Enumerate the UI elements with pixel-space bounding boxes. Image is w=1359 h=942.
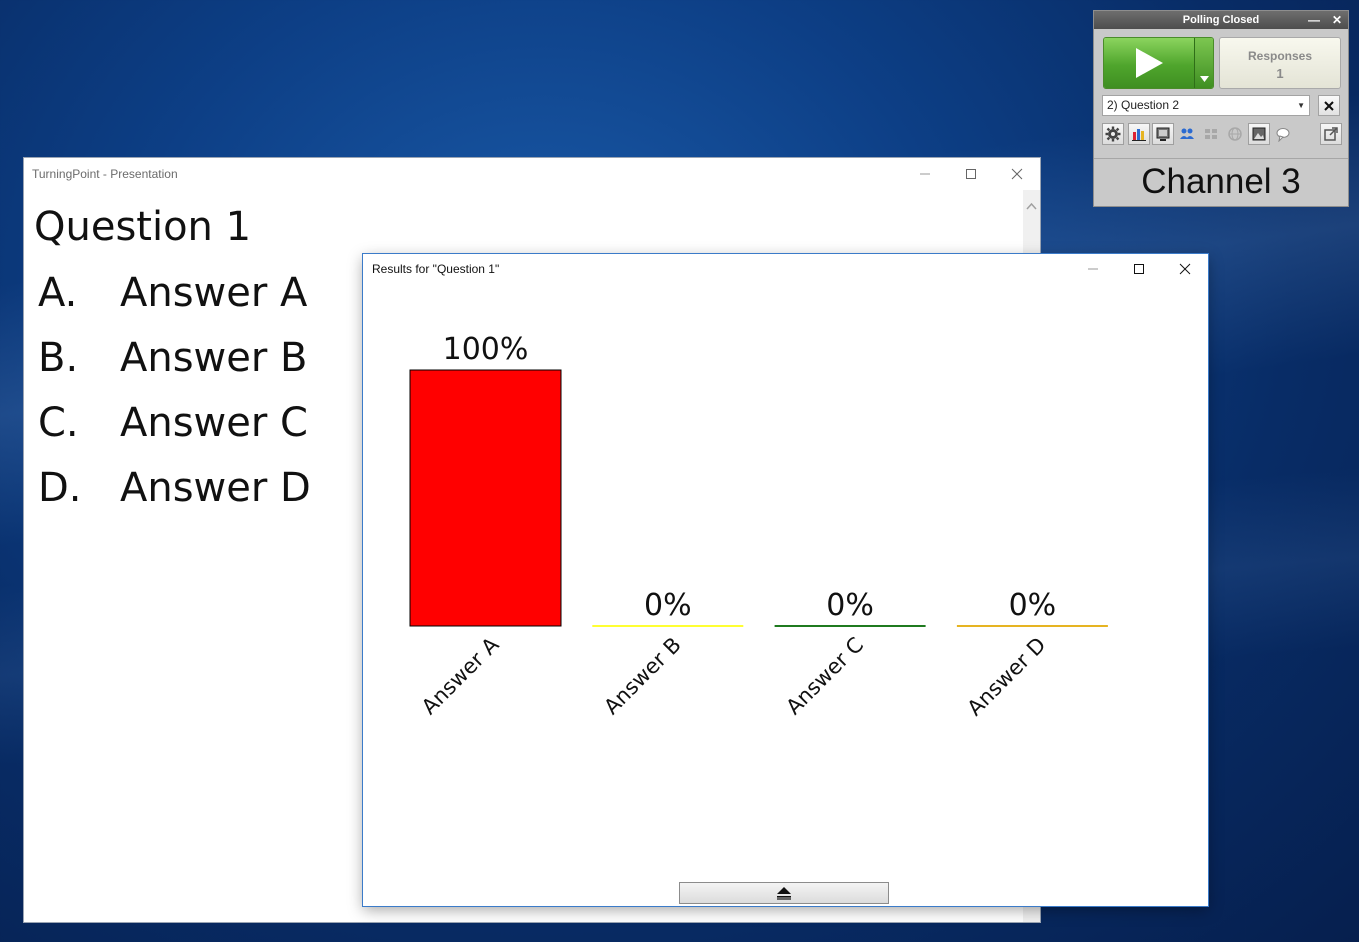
- chart-category-label: Answer D: [963, 633, 1051, 721]
- slide-icon: [1156, 127, 1170, 141]
- answer-text: Answer D: [120, 465, 311, 511]
- responses-button[interactable]: Responses 1: [1219, 37, 1341, 89]
- image-button[interactable]: [1248, 123, 1270, 145]
- export-icon: [1324, 127, 1338, 141]
- question-select[interactable]: 2) Question 2 ▼: [1102, 95, 1310, 116]
- presentation-titlebar[interactable]: TurningPoint - Presentation: [24, 158, 1040, 190]
- polling-toolbar: [1102, 123, 1342, 145]
- show-results-button[interactable]: [1128, 123, 1150, 145]
- chart-data-label: 0%: [826, 588, 874, 623]
- polling-options-dropdown[interactable]: [1194, 38, 1213, 88]
- answer-letter: A.: [38, 270, 78, 316]
- eject-icon: [777, 887, 791, 900]
- settings-button[interactable]: [1102, 123, 1124, 145]
- answer-text: Answer A: [120, 270, 308, 316]
- grid-icon: [1205, 129, 1217, 139]
- results-bar-chart: 100% Answer A 0% Answer B 0% Answer C 0% Answer…: [409, 332, 1108, 721]
- close-icon[interactable]: ✕: [1332, 11, 1342, 29]
- polling-widget[interactable]: Polling Closed — ✕ Responses 1 2) Questi…: [1093, 10, 1349, 207]
- settings-icon: [1105, 126, 1121, 142]
- play-icon: [1136, 48, 1163, 78]
- minimize-button[interactable]: [1070, 254, 1116, 284]
- image-icon: [1252, 127, 1266, 141]
- comment-icon: [1276, 128, 1290, 142]
- window-title: TurningPoint - Presentation: [32, 167, 178, 181]
- close-icon: [1324, 100, 1334, 111]
- chevron-down-icon: ▼: [1297, 101, 1305, 110]
- answer-option: B. Answer B: [38, 335, 307, 381]
- minimize-icon: [920, 173, 930, 175]
- chart-category-label: Answer A: [417, 632, 504, 719]
- polling-status: Polling Closed: [1182, 14, 1260, 26]
- maximize-button[interactable]: [1116, 254, 1162, 284]
- maximize-icon: [966, 169, 976, 179]
- close-button[interactable]: [1162, 254, 1208, 284]
- results-window[interactable]: 100% Answer A 0% Answer B 0% Answer C 0% Answer…: [363, 254, 1208, 906]
- close-question-button[interactable]: [1318, 95, 1340, 116]
- chart-bar: [409, 369, 562, 627]
- slide-question-title: Question 1: [34, 204, 252, 250]
- web-icon: [1228, 127, 1242, 141]
- participants-button[interactable]: [1176, 123, 1198, 145]
- close-icon: [1011, 168, 1023, 180]
- start-polling-button[interactable]: [1104, 38, 1194, 88]
- channel-display: Channel 3: [1094, 158, 1348, 207]
- chart-category-label: Answer C: [781, 633, 868, 720]
- answer-letter: B.: [38, 335, 79, 381]
- answer-option: D. Answer D: [38, 465, 311, 511]
- slide-view-button[interactable]: [1152, 123, 1174, 145]
- maximize-icon: [1134, 264, 1144, 274]
- answer-option: C. Answer C: [38, 400, 308, 446]
- chart-data-label: 0%: [644, 588, 692, 623]
- web-button[interactable]: [1224, 123, 1246, 145]
- polling-status-bar[interactable]: Polling Closed — ✕: [1094, 11, 1348, 29]
- close-button[interactable]: [994, 158, 1040, 190]
- answer-option: A. Answer A: [38, 270, 307, 316]
- results-titlebar[interactable]: Results for "Question 1": [363, 254, 1208, 284]
- minimize-icon: [1088, 268, 1098, 270]
- chart-icon: [1132, 129, 1146, 141]
- comment-button[interactable]: [1272, 123, 1294, 145]
- collapse-toolbar-button[interactable]: [679, 882, 889, 904]
- minimize-button[interactable]: [902, 158, 948, 190]
- minimize-icon[interactable]: —: [1308, 11, 1320, 29]
- window-title: Results for "Question 1": [372, 262, 500, 276]
- participants-icon: [1180, 128, 1194, 139]
- export-button[interactable]: [1320, 123, 1342, 145]
- responses-count: 1: [1276, 66, 1284, 81]
- answer-text: Answer C: [120, 400, 308, 446]
- responses-label: Responses: [1247, 49, 1313, 63]
- chart-data-label: 0%: [1009, 588, 1057, 623]
- chevron-up-icon[interactable]: [1026, 202, 1037, 210]
- start-polling-button-group[interactable]: [1103, 37, 1214, 89]
- answer-text: Answer B: [120, 335, 308, 381]
- chart-data-label: 100%: [443, 332, 529, 367]
- chevron-down-icon: [1199, 76, 1209, 82]
- chart-category-label: Answer B: [599, 633, 686, 720]
- answer-letter: D.: [38, 465, 82, 511]
- question-select-value: 2) Question 2: [1107, 98, 1180, 112]
- answer-letter: C.: [38, 400, 79, 446]
- close-icon: [1179, 263, 1191, 275]
- grid-button[interactable]: [1200, 123, 1222, 145]
- maximize-button[interactable]: [948, 158, 994, 190]
